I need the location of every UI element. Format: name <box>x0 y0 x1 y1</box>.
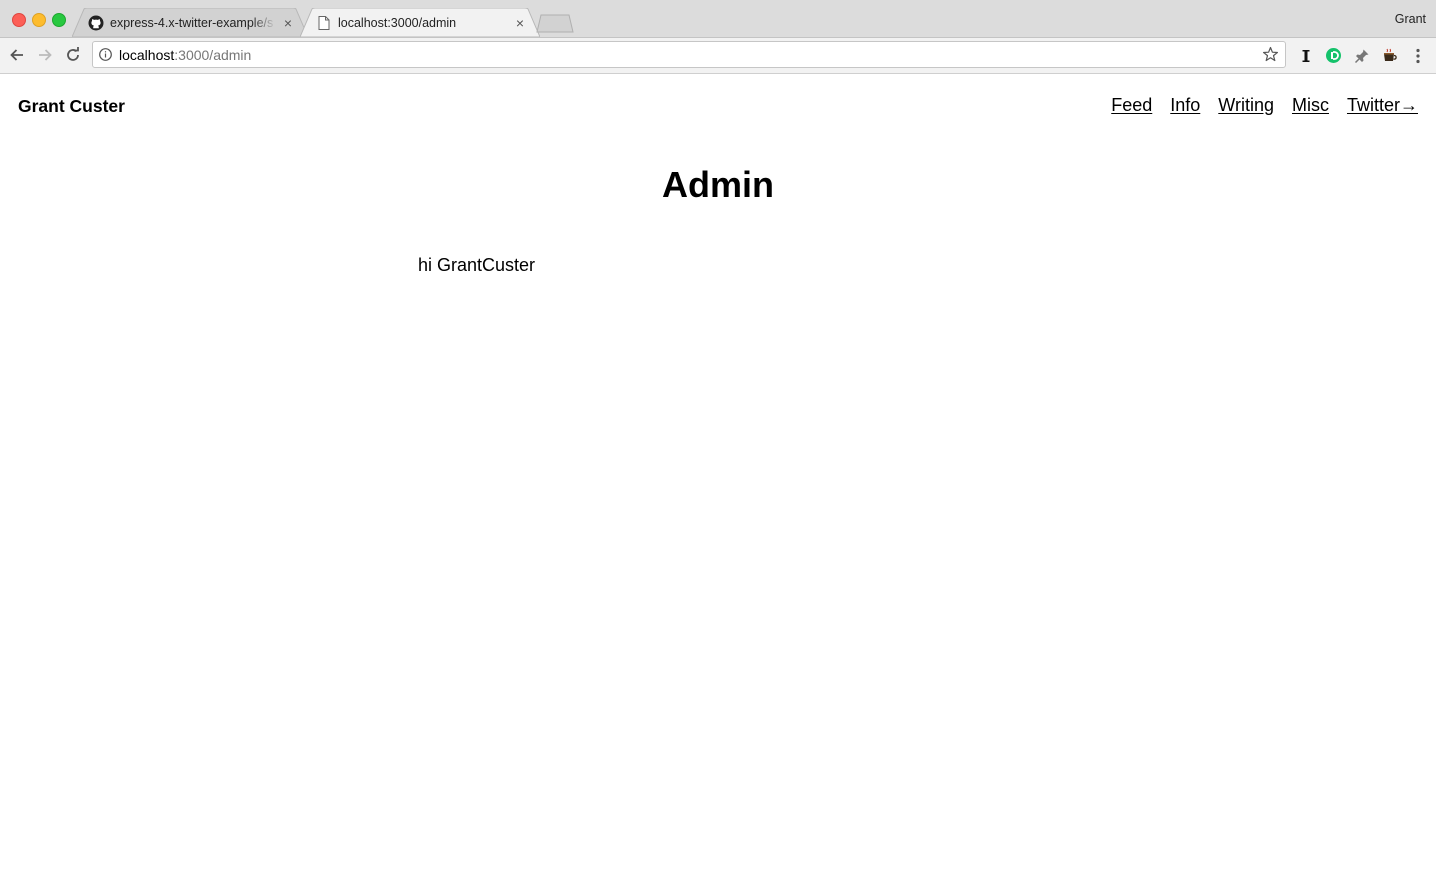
address-bar[interactable]: localhost:3000/admin <box>92 41 1286 68</box>
github-icon <box>88 15 104 31</box>
info-icon[interactable] <box>99 48 112 61</box>
minimize-window-button[interactable] <box>32 13 46 27</box>
page-content: Grant Custer Feed Info Writing Misc Twit… <box>0 74 1436 877</box>
zoom-window-button[interactable] <box>52 13 66 27</box>
tab-title: express-4.x-twitter-example/s <box>110 16 274 30</box>
url-path: :3000/admin <box>174 47 252 63</box>
pin-icon[interactable] <box>1353 47 1370 64</box>
greeting-text: hi GrantCuster <box>418 255 536 275</box>
tab-title: localhost:3000/admin <box>338 16 457 30</box>
tab-github[interactable]: express-4.x-twitter-example/s × <box>72 8 308 37</box>
close-tab-icon[interactable]: × <box>282 16 294 30</box>
page-icon <box>316 15 332 31</box>
nav-link-twitter[interactable]: Twitter→ <box>1347 95 1418 116</box>
close-window-button[interactable] <box>12 13 26 27</box>
coffee-icon[interactable] <box>1381 47 1398 64</box>
instapaper-icon[interactable] <box>1297 47 1314 64</box>
nav-link-info[interactable]: Info <box>1170 95 1200 116</box>
tab-admin[interactable]: localhost:3000/admin × <box>300 8 540 37</box>
grammarly-icon[interactable] <box>1325 47 1342 64</box>
nav-link-misc[interactable]: Misc <box>1292 95 1329 116</box>
back-arrow-icon[interactable] <box>8 46 26 64</box>
tab-strip: express-4.x-twitter-example/s × localhos… <box>0 0 1436 38</box>
site-title[interactable]: Grant Custer <box>18 96 125 117</box>
reload-icon[interactable] <box>64 46 82 64</box>
menu-dots-icon[interactable] <box>1409 47 1426 64</box>
site-nav: Feed Info Writing Misc Twitter→ <box>1111 95 1418 116</box>
address-url[interactable]: localhost:3000/admin <box>119 47 251 63</box>
url-host: localhost <box>119 47 175 63</box>
new-tab-button[interactable] <box>536 14 574 33</box>
close-tab-icon[interactable]: × <box>514 16 526 30</box>
page-title: Admin <box>662 164 774 205</box>
browser-toolbar: localhost:3000/admin <box>0 38 1436 74</box>
profile-name[interactable]: Grant <box>1395 12 1426 26</box>
nav-link-feed[interactable]: Feed <box>1111 95 1152 116</box>
star-icon[interactable] <box>1262 46 1279 63</box>
forward-arrow-icon[interactable] <box>36 46 54 64</box>
nav-link-writing[interactable]: Writing <box>1218 95 1274 116</box>
